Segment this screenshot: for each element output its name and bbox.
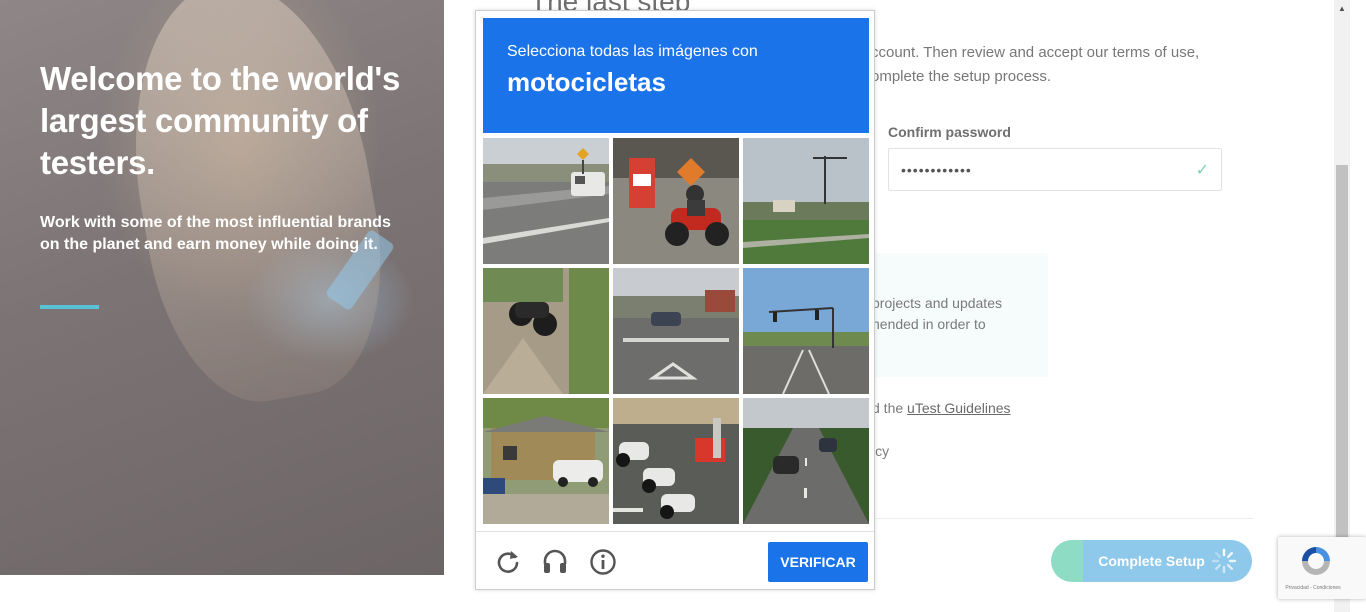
hero-panel: Welcome to the world's largest community… [0, 0, 444, 575]
captcha-header: Selecciona todas las imágenes con motoci… [483, 18, 869, 133]
loading-spinner-icon [1211, 548, 1237, 574]
captcha-tile-road-traffic[interactable] [743, 398, 869, 524]
guidelines-prefix: d the [872, 400, 908, 416]
captcha-dialog: Selecciona todas las imágenes con motoci… [475, 10, 875, 590]
scrollbar-thumb[interactable] [1336, 165, 1348, 540]
tile-image [613, 268, 739, 394]
tile-image [743, 398, 869, 524]
captcha-tile-grid [483, 138, 871, 526]
hero-accent-line [40, 305, 99, 309]
captcha-tile-traffic-lights[interactable] [743, 268, 869, 394]
tile-image [483, 138, 609, 264]
form-intro: ccount. Then review and accept our terms… [871, 44, 1200, 85]
captcha-tile-grass-field[interactable] [743, 138, 869, 264]
complete-setup-label: Complete Setup [1098, 553, 1205, 569]
tile-image [613, 398, 739, 524]
captcha-target: motocicletas [507, 67, 666, 97]
audio-icon[interactable] [541, 548, 569, 576]
tile-image [743, 138, 869, 264]
check-icon: ✓ [1195, 161, 1209, 179]
recaptcha-badge-text[interactable]: Privacidad - Condiciones [1278, 585, 1348, 591]
reload-icon[interactable] [494, 548, 522, 576]
verify-button[interactable]: VERIFICAR [768, 542, 868, 582]
scroll-up-arrow-icon[interactable]: ▲ [1334, 2, 1350, 16]
captcha-tile-house-with-car[interactable] [483, 398, 609, 524]
complete-setup-button[interactable]: Complete Setup [1051, 540, 1252, 582]
captcha-tile-motorcycle-rider[interactable] [613, 138, 739, 264]
captcha-tile-motorcycle-on-dirt[interactable] [483, 268, 609, 394]
confirm-password-value: •••••••••••• [901, 161, 972, 178]
captcha-tile-street-intersection[interactable] [613, 268, 739, 394]
captcha-footer: VERIFICAR [476, 531, 874, 589]
tile-image [613, 138, 739, 264]
captcha-tile-parked-motorcycles[interactable] [613, 398, 739, 524]
tile-image [743, 268, 869, 394]
tile-image [483, 398, 609, 524]
info-icon[interactable] [589, 548, 617, 576]
info-text: projects and updates nended in order to [872, 295, 1002, 332]
hero-title: Welcome to the world's largest community… [40, 60, 401, 181]
hero-subtitle: Work with some of the most influential b… [40, 214, 391, 253]
divider [876, 518, 1254, 519]
confirm-password-label: Confirm password [888, 124, 1011, 140]
captcha-tile-highway-with-suv[interactable] [483, 138, 609, 264]
guidelines-link[interactable]: uTest Guidelines [907, 400, 1011, 416]
recaptcha-badge[interactable]: Privacidad - Condiciones [1278, 537, 1366, 599]
captcha-instruction: Selecciona todas las imágenes con [507, 43, 758, 60]
guidelines-text: d the uTest Guidelines [872, 400, 1011, 416]
recaptcha-logo-icon [1302, 547, 1330, 575]
confirm-password-field[interactable]: •••••••••••• ✓ [888, 148, 1222, 191]
tile-image [483, 268, 609, 394]
